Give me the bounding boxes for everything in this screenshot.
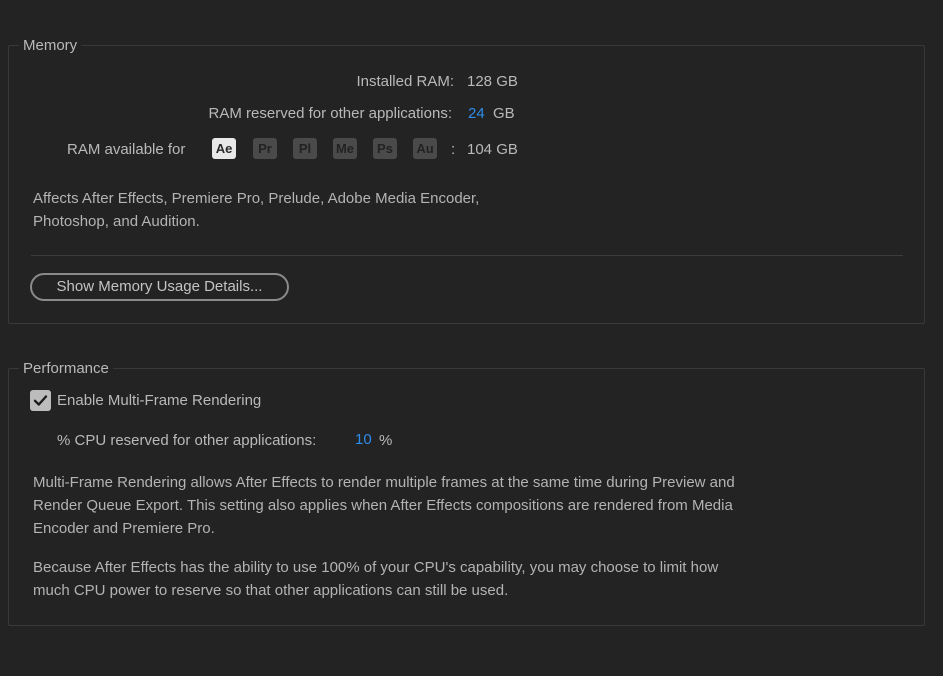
app-badge-me: Me (333, 138, 357, 159)
ram-available-label: RAM available for (67, 141, 186, 158)
app-badge-ps: Ps (373, 138, 397, 159)
multi-frame-rendering-checkbox[interactable] (30, 390, 51, 411)
mfr-description-line-1: Multi-Frame Rendering allows After Effec… (33, 474, 735, 491)
preferences-panel: Memory Installed RAM: 128 GB RAM reserve… (0, 0, 943, 676)
ram-available-separator: : (451, 141, 456, 158)
app-badge-pl: Pl (293, 138, 317, 159)
cpu-reserved-input[interactable]: 10 (355, 431, 372, 449)
performance-group: Performance Enable Multi-Frame Rendering… (8, 360, 925, 626)
ram-reserved-input[interactable]: 24 (468, 105, 485, 123)
cpu-reserved-unit: % (379, 432, 393, 449)
installed-ram-label: Installed RAM: (356, 73, 454, 90)
mfr-description: Multi-Frame Rendering allows After Effec… (33, 471, 893, 540)
check-icon (33, 395, 48, 406)
cpu-reserved-label: % CPU reserved for other applications: (57, 432, 317, 449)
ram-reserved-label: RAM reserved for other applications: (208, 105, 452, 122)
installed-ram-value: 128 GB (467, 73, 518, 90)
multi-frame-rendering-label[interactable]: Enable Multi-Frame Rendering (57, 392, 261, 410)
memory-group: Memory Installed RAM: 128 GB RAM reserve… (8, 37, 925, 324)
ram-reserved-unit: GB (493, 105, 515, 122)
app-badge-row: Ae Pr Pl Me Ps Au (212, 138, 442, 159)
ram-available-value: 104 GB (467, 141, 518, 158)
app-badge-ae: Ae (212, 138, 236, 159)
show-memory-usage-details-button[interactable]: Show Memory Usage Details... (30, 273, 289, 301)
performance-group-title: Performance (19, 360, 113, 378)
mfr-description-line-3: Encoder and Premiere Pro. (33, 520, 215, 537)
cpu-limit-description-line-2: much CPU power to reserve so that other … (33, 582, 509, 599)
cpu-limit-description: Because After Effects has the ability to… (33, 556, 893, 602)
mfr-description-line-2: Render Queue Export. This setting also a… (33, 497, 733, 514)
cpu-limit-description-line-1: Because After Effects has the ability to… (33, 559, 719, 576)
app-badge-au: Au (413, 138, 437, 159)
memory-affects-text: Affects After Effects, Premiere Pro, Pre… (33, 187, 633, 233)
memory-group-title: Memory (19, 37, 82, 55)
memory-affects-line-2: Photoshop, and Audition. (33, 213, 200, 230)
app-badge-pr: Pr (253, 138, 277, 159)
memory-divider (31, 255, 903, 256)
memory-affects-line-1: Affects After Effects, Premiere Pro, Pre… (33, 190, 480, 207)
